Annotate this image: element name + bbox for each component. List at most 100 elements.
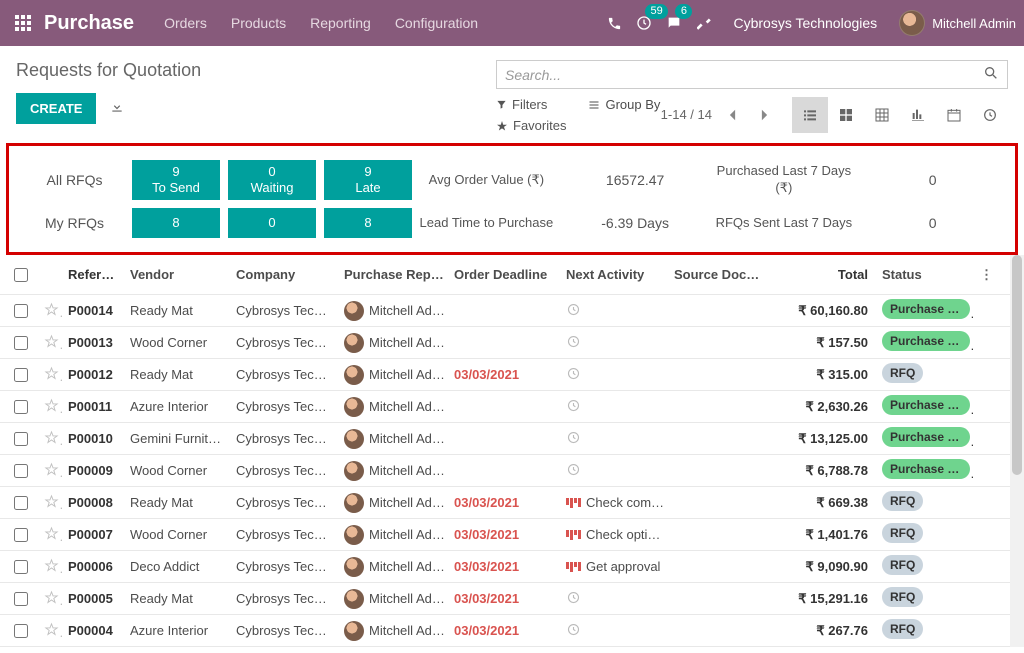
status-badge: Purchase Or… (882, 331, 970, 351)
row-checkbox[interactable] (14, 336, 28, 350)
star-icon[interactable] (38, 494, 62, 512)
search-icon[interactable] (983, 65, 999, 84)
star-icon[interactable] (38, 430, 62, 448)
col-rep[interactable]: Purchase Rep… (338, 267, 448, 282)
table-row[interactable]: P00005Ready MatCybrosys Techn…Mitchell A… (0, 583, 1010, 615)
cell-ref: P00007 (62, 527, 124, 542)
company-name[interactable]: Cybrosys Technologies (733, 15, 877, 31)
search-box[interactable] (496, 60, 1008, 89)
status-badge: RFQ (882, 619, 923, 639)
col-deadline[interactable]: Order Deadline (448, 267, 560, 282)
col-ref[interactable]: Referen… (62, 267, 124, 282)
star-icon[interactable] (38, 302, 62, 320)
user-menu[interactable]: Mitchell Admin (899, 10, 1016, 36)
tile-my-1[interactable]: 0 (228, 208, 316, 238)
cell-activity[interactable] (560, 366, 668, 384)
nav-link-products[interactable]: Products (221, 7, 296, 39)
row-checkbox[interactable] (14, 528, 28, 542)
table-row[interactable]: P00013Wood CornerCybrosys Techn…Mitchell… (0, 327, 1010, 359)
star-icon[interactable] (38, 334, 62, 352)
col-company[interactable]: Company (230, 267, 338, 282)
tile-to-send[interactable]: 9To Send (132, 160, 220, 200)
row-checkbox[interactable] (14, 592, 28, 606)
row-checkbox[interactable] (14, 496, 28, 510)
star-icon[interactable] (38, 398, 62, 416)
tile-late[interactable]: 9Late (324, 160, 412, 200)
scrollbar-thumb[interactable] (1012, 255, 1022, 475)
cell-activity[interactable] (560, 622, 668, 640)
view-graph-icon[interactable] (900, 97, 936, 133)
view-pivot-icon[interactable] (864, 97, 900, 133)
cell-activity[interactable] (560, 430, 668, 448)
vertical-scrollbar[interactable] (1010, 255, 1024, 647)
row-checkbox[interactable] (14, 368, 28, 382)
apps-icon[interactable] (8, 15, 38, 31)
wrench-icon[interactable] (695, 14, 713, 32)
star-icon[interactable] (38, 462, 62, 480)
create-button[interactable]: CREATE (16, 93, 96, 124)
nav-link-configuration[interactable]: Configuration (385, 7, 488, 39)
view-list-icon[interactable] (792, 97, 828, 133)
cell-activity[interactable] (560, 302, 668, 320)
star-icon[interactable] (38, 558, 62, 576)
download-icon[interactable] (110, 100, 124, 117)
star-icon[interactable] (38, 590, 62, 608)
col-status[interactable]: Status (874, 267, 974, 282)
cell-activity[interactable] (560, 590, 668, 608)
star-icon[interactable] (38, 622, 62, 640)
col-total[interactable]: Total (768, 267, 874, 282)
nav-link-reporting[interactable]: Reporting (300, 7, 381, 39)
purchased-value: 0 (929, 172, 937, 188)
row-checkbox[interactable] (14, 624, 28, 638)
view-activity-icon[interactable] (972, 97, 1008, 133)
phone-icon[interactable] (605, 14, 623, 32)
row-checkbox[interactable] (14, 464, 28, 478)
favorites-button[interactable]: Favorites (496, 118, 566, 133)
cell-activity[interactable] (560, 462, 668, 480)
tile-my-2[interactable]: 8 (324, 208, 412, 238)
rep-avatar (344, 429, 364, 449)
rep-avatar (344, 397, 364, 417)
col-src[interactable]: Source Docu… (668, 267, 768, 282)
tile-waiting[interactable]: 0Waiting (228, 160, 316, 200)
table-row[interactable]: P00006Deco AddictCybrosys Techn…Mitchell… (0, 551, 1010, 583)
search-input[interactable] (505, 67, 983, 83)
view-kanban-icon[interactable] (828, 97, 864, 133)
cell-activity[interactable]: Check opti… (560, 527, 668, 542)
row-checkbox[interactable] (14, 560, 28, 574)
cell-activity[interactable]: Check com… (560, 495, 668, 510)
app-brand[interactable]: Purchase (44, 12, 134, 35)
clock-icon[interactable]: 59 (635, 14, 653, 32)
pager-text[interactable]: 1-14 / 14 (661, 107, 712, 124)
cell-activity[interactable] (560, 334, 668, 352)
col-activity[interactable]: Next Activity (560, 267, 668, 282)
table-row[interactable]: P00008Ready MatCybrosys Techn…Mitchell A… (0, 487, 1010, 519)
select-all-checkbox[interactable] (14, 268, 28, 282)
all-rfqs-label[interactable]: All RFQs (17, 172, 132, 188)
table-row[interactable]: P00004Azure InteriorCybrosys Techn…Mitch… (0, 615, 1010, 647)
table-row[interactable]: P00007Wood CornerCybrosys Techn…Mitchell… (0, 519, 1010, 551)
my-rfqs-label[interactable]: My RFQs (17, 215, 132, 231)
row-checkbox[interactable] (14, 400, 28, 414)
row-checkbox[interactable] (14, 304, 28, 318)
cell-activity[interactable]: Get approval (560, 559, 668, 574)
table-row[interactable]: P00009Wood CornerCybrosys Techn…Mitchell… (0, 455, 1010, 487)
star-icon[interactable] (38, 366, 62, 384)
star-icon[interactable] (38, 526, 62, 544)
col-vendor[interactable]: Vendor (124, 267, 230, 282)
next-page-icon[interactable] (752, 98, 776, 132)
table-row[interactable]: P00010Gemini FurnitureCybrosys Techn…Mit… (0, 423, 1010, 455)
tile-my-0[interactable]: 8 (132, 208, 220, 238)
nav-link-orders[interactable]: Orders (154, 7, 217, 39)
cell-activity[interactable] (560, 398, 668, 416)
col-menu-icon[interactable]: ⋮ (974, 267, 992, 283)
row-checkbox[interactable] (14, 432, 28, 446)
table-row[interactable]: P00014Ready MatCybrosys Techn…Mitchell A… (0, 295, 1010, 327)
view-calendar-icon[interactable] (936, 97, 972, 133)
prev-page-icon[interactable] (720, 98, 744, 132)
table-row[interactable]: P00012Ready MatCybrosys Techn…Mitchell A… (0, 359, 1010, 391)
groupby-button[interactable]: Group By (588, 97, 660, 112)
filters-button[interactable]: Filters (496, 97, 566, 112)
chat-icon[interactable]: 6 (665, 14, 683, 32)
table-row[interactable]: P00011Azure InteriorCybrosys Techn…Mitch… (0, 391, 1010, 423)
